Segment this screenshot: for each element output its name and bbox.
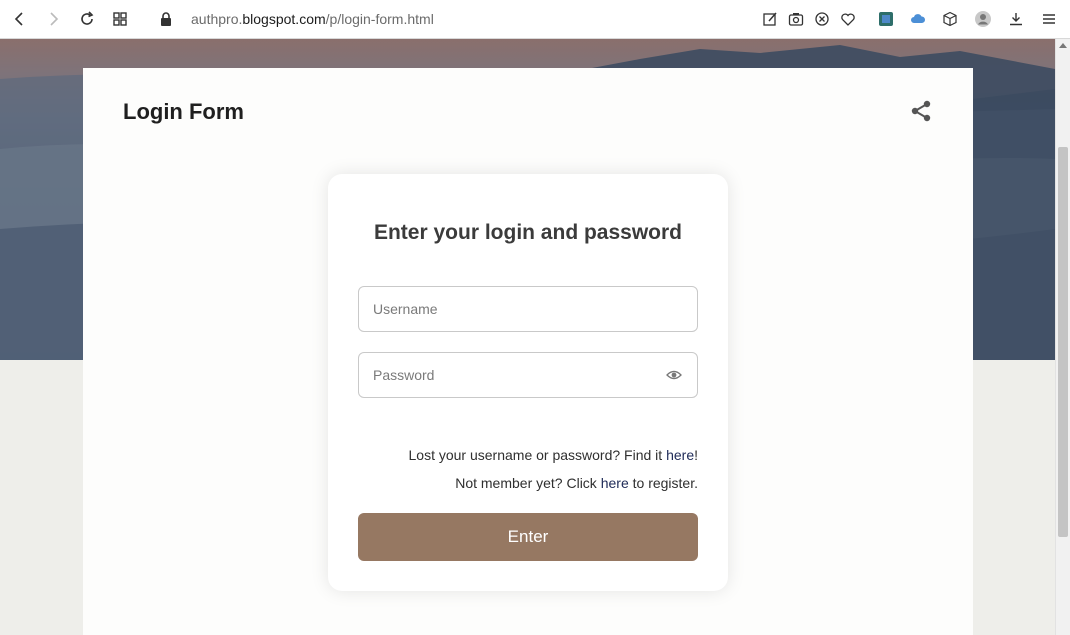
download-icon[interactable] — [1004, 7, 1028, 31]
address-bar[interactable]: authpro.blogspot.com/p/login-form.html — [191, 11, 434, 27]
block-icon[interactable] — [810, 7, 834, 31]
profile-avatar-icon[interactable] — [971, 7, 995, 31]
username-field[interactable] — [358, 286, 698, 332]
lost-password-suffix: ! — [694, 447, 698, 463]
page-scrollbar[interactable] — [1055, 39, 1070, 635]
back-icon[interactable] — [8, 7, 32, 31]
lock-icon[interactable] — [154, 7, 178, 31]
content-panel: Login Form Enter your login and password… — [83, 68, 973, 635]
share-icon[interactable] — [908, 98, 934, 124]
enter-button[interactable]: Enter — [358, 513, 698, 561]
extension-image-icon[interactable] — [874, 7, 898, 31]
url-prefix: authpro. — [191, 11, 243, 27]
lost-password-prefix: Lost your username or password? Find it — [408, 447, 667, 463]
login-card: Enter your login and password Lost your … — [328, 174, 728, 591]
lost-password-text: Lost your username or password? Find it … — [358, 447, 699, 463]
register-suffix: to register. — [628, 475, 698, 491]
heart-icon[interactable] — [836, 7, 860, 31]
reload-icon[interactable] — [75, 7, 99, 31]
url-path: /p/login-form.html — [325, 11, 434, 27]
register-prefix: Not member yet? Click — [455, 475, 601, 491]
forward-icon[interactable] — [41, 7, 65, 31]
edit-icon[interactable] — [758, 7, 782, 31]
page-title: Login Form — [123, 99, 244, 124]
show-password-icon[interactable] — [666, 368, 682, 382]
password-field[interactable] — [358, 352, 698, 398]
tabs-grid-icon[interactable] — [108, 7, 132, 31]
camera-icon[interactable] — [784, 7, 808, 31]
login-heading: Enter your login and password — [373, 221, 683, 244]
scrollbar-thumb[interactable] — [1058, 147, 1068, 537]
cloud-icon[interactable] — [906, 7, 930, 31]
register-text: Not member yet? Click here to register. — [358, 475, 698, 491]
lost-password-link[interactable]: here — [666, 447, 694, 463]
url-domain: blogspot.com — [242, 11, 326, 27]
scroll-up-arrow-icon[interactable] — [1059, 43, 1067, 48]
browser-toolbar: authpro.blogspot.com/p/login-form.html — [0, 0, 1070, 39]
cube-icon[interactable] — [938, 7, 962, 31]
menu-icon[interactable] — [1037, 7, 1061, 31]
register-link[interactable]: here — [601, 475, 629, 491]
